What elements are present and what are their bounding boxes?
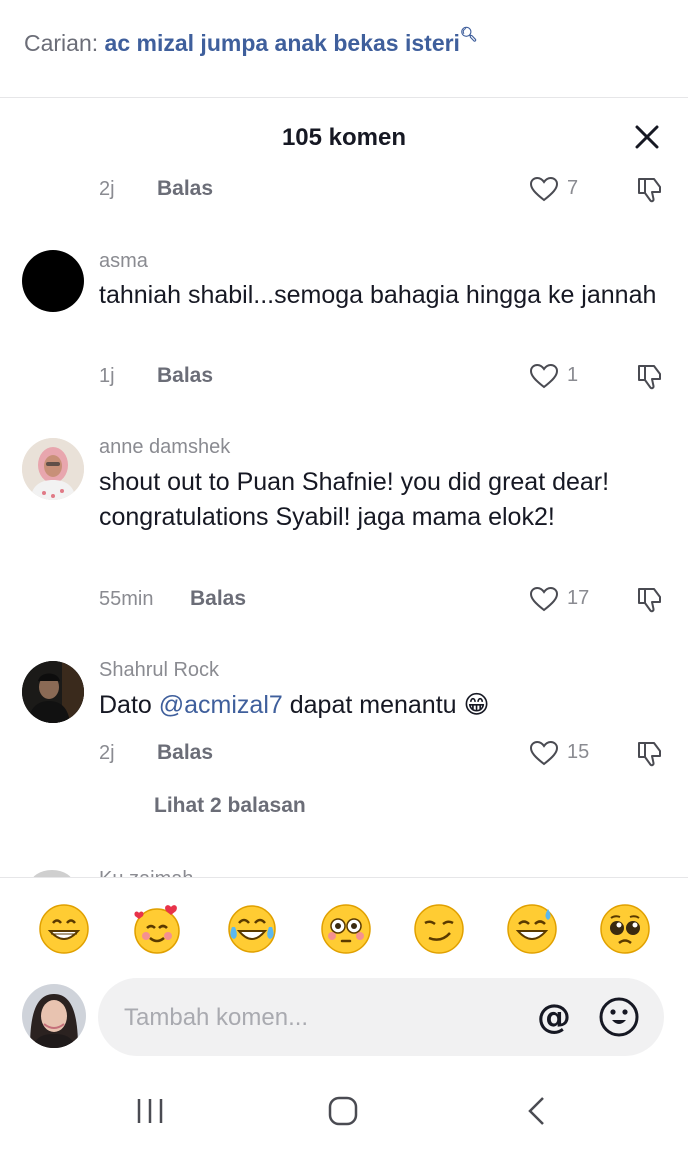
home-button[interactable] xyxy=(326,1094,360,1133)
comment-input[interactable] xyxy=(122,978,516,1058)
comment-text: Dato @acmizal7 dapat menantu 😁 xyxy=(99,688,659,723)
back-icon xyxy=(528,1097,544,1125)
pleading-emoji-icon xyxy=(600,904,650,954)
like-count: 1 xyxy=(567,364,579,386)
comment-username[interactable]: Shahrul Rock xyxy=(99,659,219,682)
quick-emoji-pleading[interactable] xyxy=(599,903,651,955)
mention-symbol: @ xyxy=(537,998,571,1037)
comment-username[interactable]: anne damshek xyxy=(99,436,230,459)
close-icon xyxy=(635,125,659,149)
back-button[interactable] xyxy=(522,1094,552,1133)
recent-apps-button[interactable] xyxy=(134,1094,166,1133)
comment-time: 2j xyxy=(99,742,115,764)
heart-icon xyxy=(529,176,559,202)
quick-emoji-tears-of-joy[interactable] xyxy=(226,903,278,955)
emoji-smile-icon xyxy=(599,997,639,1037)
reply-button[interactable]: Balas xyxy=(157,741,213,765)
heart-icon xyxy=(529,363,559,389)
comment-item: asma tahniah shabil...semoga bahagia hin… xyxy=(0,238,688,398)
thumbs-down-icon xyxy=(638,742,661,767)
partial-comment: 2j Balas 7 xyxy=(0,170,688,210)
tears-of-joy-emoji-icon xyxy=(228,905,276,953)
flushed-emoji-icon xyxy=(321,904,371,954)
comments-header: 105 komen xyxy=(0,98,688,178)
quick-emoji-grin[interactable] xyxy=(38,903,90,955)
dislike-button[interactable] xyxy=(635,585,665,620)
quick-emoji-smirk[interactable] xyxy=(413,903,465,955)
user-photo xyxy=(22,438,84,500)
current-user-avatar xyxy=(22,984,86,1048)
comment-item: Shahrul Rock Dato @acmizal7 dapat menant… xyxy=(0,648,688,778)
reply-button[interactable]: Balas xyxy=(157,177,213,201)
comment-text-after: dapat menantu 😁 xyxy=(282,691,490,719)
search-prefix: Carian: xyxy=(24,30,99,56)
comment-meta: 2j Balas 15 xyxy=(99,738,669,768)
dislike-button[interactable] xyxy=(635,175,665,210)
grin-emoji-icon xyxy=(39,904,89,954)
quick-emoji-sweat-smile[interactable] xyxy=(506,903,558,955)
quick-emoji-flushed[interactable] xyxy=(320,903,372,955)
reply-button[interactable]: Balas xyxy=(190,587,246,611)
comment-meta: 1j Balas 1 xyxy=(99,361,669,391)
thumbs-down-icon xyxy=(638,588,661,613)
recent-apps-icon xyxy=(137,1099,163,1123)
search-bar[interactable]: Carian: ac mizal jumpa anak bekas isteri… xyxy=(0,0,688,98)
comment-time: 1j xyxy=(99,365,115,387)
user-avatar[interactable] xyxy=(22,438,84,500)
comment-text: shout out to Puan Shafnie! you did great… xyxy=(99,468,610,531)
like-count: 15 xyxy=(567,741,590,763)
thumbs-down-icon xyxy=(638,365,661,390)
dislike-button[interactable] xyxy=(635,739,665,774)
quick-emoji-hearts[interactable] xyxy=(131,903,183,955)
comment-meta: 2j Balas 7 xyxy=(99,174,669,204)
reply-button[interactable]: Balas xyxy=(157,364,213,388)
user-avatar[interactable] xyxy=(22,250,84,312)
emoji-picker-button[interactable] xyxy=(598,996,640,1038)
user-photo xyxy=(22,661,84,723)
comment-item: anne damshek shout out to Puan Shafnie! … xyxy=(0,425,688,625)
comment-count-title: 105 komen xyxy=(281,124,407,151)
home-icon xyxy=(328,1096,358,1126)
user-photo xyxy=(22,984,86,1048)
heart-icon xyxy=(529,586,559,612)
heart-icon xyxy=(529,740,559,766)
search-icon[interactable]: 🔍︎ xyxy=(460,26,478,42)
close-button[interactable] xyxy=(630,120,664,154)
search-query[interactable]: ac mizal jumpa anak bekas isteri xyxy=(105,30,460,56)
mention-button[interactable]: @ xyxy=(534,997,574,1038)
comment-input-container[interactable]: @ xyxy=(98,978,664,1058)
search-query-text[interactable]: Carian: ac mizal jumpa anak bekas isteri… xyxy=(24,26,478,57)
smiling-hearts-emoji-icon xyxy=(134,905,180,954)
user-avatar[interactable] xyxy=(22,661,84,723)
like-count: 17 xyxy=(567,587,590,609)
comment-time: 55min xyxy=(99,588,154,610)
sweat-smile-emoji-icon xyxy=(507,904,557,954)
like-count: 7 xyxy=(567,177,579,199)
thumbs-down-icon xyxy=(638,178,661,203)
system-nav-bar xyxy=(0,1070,688,1156)
comment-time: 2j xyxy=(99,178,115,200)
view-replies-button[interactable]: Lihat 2 balasan xyxy=(154,794,306,818)
comment-username[interactable]: asma xyxy=(99,250,148,273)
smirk-emoji-icon xyxy=(414,904,464,954)
comment-meta: 55min Balas 17 xyxy=(99,584,669,614)
at-sign-icon: @ xyxy=(537,997,571,1037)
mention-link[interactable]: @acmizal7 xyxy=(159,691,283,719)
comment-text-before: Dato xyxy=(99,691,159,719)
comment-text: tahniah shabil...semoga bahagia hingga k… xyxy=(99,281,657,309)
dislike-button[interactable] xyxy=(635,362,665,397)
